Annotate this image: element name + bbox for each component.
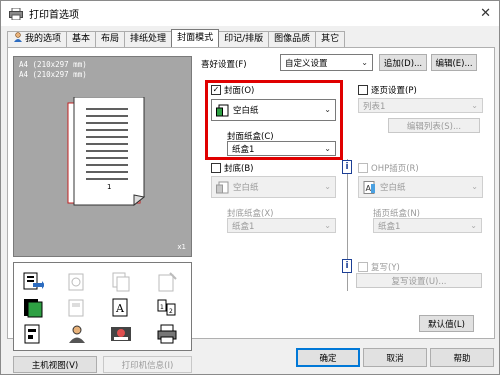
highlight-box <box>205 80 343 160</box>
printer-view-button[interactable]: 主机视图(V) <box>13 356 97 373</box>
chevron-down-icon: ⌄ <box>470 221 477 230</box>
ok-button[interactable]: 确定 <box>296 348 360 367</box>
cover-mode-icon[interactable] <box>22 271 45 293</box>
svg-text:A: A <box>115 302 125 315</box>
printer-info-button: 打印机信息(I) <box>103 356 192 373</box>
sort-pages-icon[interactable]: 12 <box>156 297 178 319</box>
staple-icon <box>156 271 178 293</box>
copies-label: x1 <box>177 243 186 251</box>
tab-basic[interactable]: 基本 <box>66 31 97 47</box>
tab-image-quality[interactable]: 图像品质 <box>268 31 317 47</box>
output-size-label: A4 (210x297 mm) <box>19 60 87 69</box>
back-cover-paper-select: 空白纸 ⌄ <box>211 176 336 198</box>
tab-stamp-composition[interactable]: 印记/排版 <box>218 31 270 47</box>
user-icon <box>13 31 23 48</box>
favorites-select[interactable]: 自定义设置 ⌄ <box>280 54 373 71</box>
per-page-label: 逐页设置(P) <box>371 86 417 96</box>
svg-text:1: 1 <box>160 304 164 311</box>
layout-icon <box>66 297 88 319</box>
text-paper-icon: A <box>363 180 376 194</box>
per-page-checkbox[interactable] <box>358 85 368 95</box>
printer-icon <box>9 7 23 20</box>
blank-paper-icon <box>216 181 229 194</box>
tab-strip: 我的选项 基本 布局 排纸处理 封面模式 印记/排版 图像品质 其它 <box>7 29 346 48</box>
function-icon-panel: A 12 <box>13 262 192 351</box>
defaults-button[interactable]: 默认值(L) <box>419 315 474 332</box>
per-page-list-select: 列表1 ⌄ <box>358 98 483 113</box>
tab-cover-mode[interactable]: 封面模式 <box>171 29 220 47</box>
page-settings-icon[interactable] <box>22 323 44 345</box>
printer-function-icon[interactable] <box>156 323 178 345</box>
tab-other[interactable]: 其它 <box>315 31 346 47</box>
chevron-down-icon: ⌄ <box>471 182 478 191</box>
add-favorite-button[interactable]: 追加(D)... <box>379 54 427 71</box>
tab-my-options[interactable]: 我的选项 <box>7 31 68 48</box>
ohp-paper-select: A 空白纸 ⌄ <box>358 176 483 198</box>
page-number: 1 <box>107 183 112 191</box>
ohp-label: OHP插页(R) <box>371 164 419 174</box>
text-page-icon[interactable]: A <box>110 297 132 319</box>
back-cover-label: 封底(B) <box>224 164 254 174</box>
svg-text:A: A <box>366 184 372 193</box>
user-settings-icon[interactable] <box>66 323 88 345</box>
edit-list-button: 编辑列表(S)... <box>388 118 480 133</box>
page-preview-graphic <box>67 97 146 207</box>
color-mode-icon[interactable] <box>22 297 44 319</box>
booklet-icon <box>66 271 88 293</box>
chevron-down-icon: ⌄ <box>361 58 368 67</box>
edit-favorite-button[interactable]: 编辑(E)... <box>431 54 477 71</box>
chevron-down-icon: ⌄ <box>471 101 478 110</box>
info-icon: i <box>342 160 352 174</box>
document-stack-icon <box>110 271 132 293</box>
tab-finishing[interactable]: 排纸处理 <box>124 31 173 47</box>
ohp-checkbox <box>358 163 368 173</box>
cancel-button[interactable]: 取消 <box>363 348 427 367</box>
info-icon: i <box>342 259 352 273</box>
account-icon[interactable] <box>110 323 132 345</box>
chevron-down-icon: ⌄ <box>324 182 331 191</box>
paper-size-label: A4 (210x297 mm) <box>19 70 87 79</box>
carbon-settings-button: 复写设置(U)... <box>356 273 482 288</box>
carbon-copy-label: 复写(Y) <box>371 263 400 273</box>
carbon-copy-checkbox <box>358 262 368 272</box>
help-button[interactable]: 帮助 <box>430 348 494 367</box>
svg-text:2: 2 <box>169 308 173 315</box>
tab-layout[interactable]: 布局 <box>95 31 126 47</box>
close-icon[interactable]: ✕ <box>480 7 491 20</box>
chevron-down-icon: ⌄ <box>324 221 331 230</box>
ohp-tray-select: 纸盒1 ⌄ <box>373 218 482 233</box>
window-title: 打印首选项 <box>29 10 79 21</box>
favorites-label: 喜好设置(F) <box>201 60 247 70</box>
back-cover-tray-select: 纸盒1 ⌄ <box>227 218 336 233</box>
page-preview: A4 (210x297 mm) A4 (210x297 mm) 1 x1 <box>13 56 192 257</box>
back-cover-checkbox[interactable] <box>211 163 221 173</box>
print-preferences-window: 打印首选项 ✕ 我的选项 基本 布局 排纸处理 封面模式 印记/排版 图像品质 … <box>0 0 500 375</box>
title-bar: 打印首选项 ✕ <box>1 1 499 26</box>
